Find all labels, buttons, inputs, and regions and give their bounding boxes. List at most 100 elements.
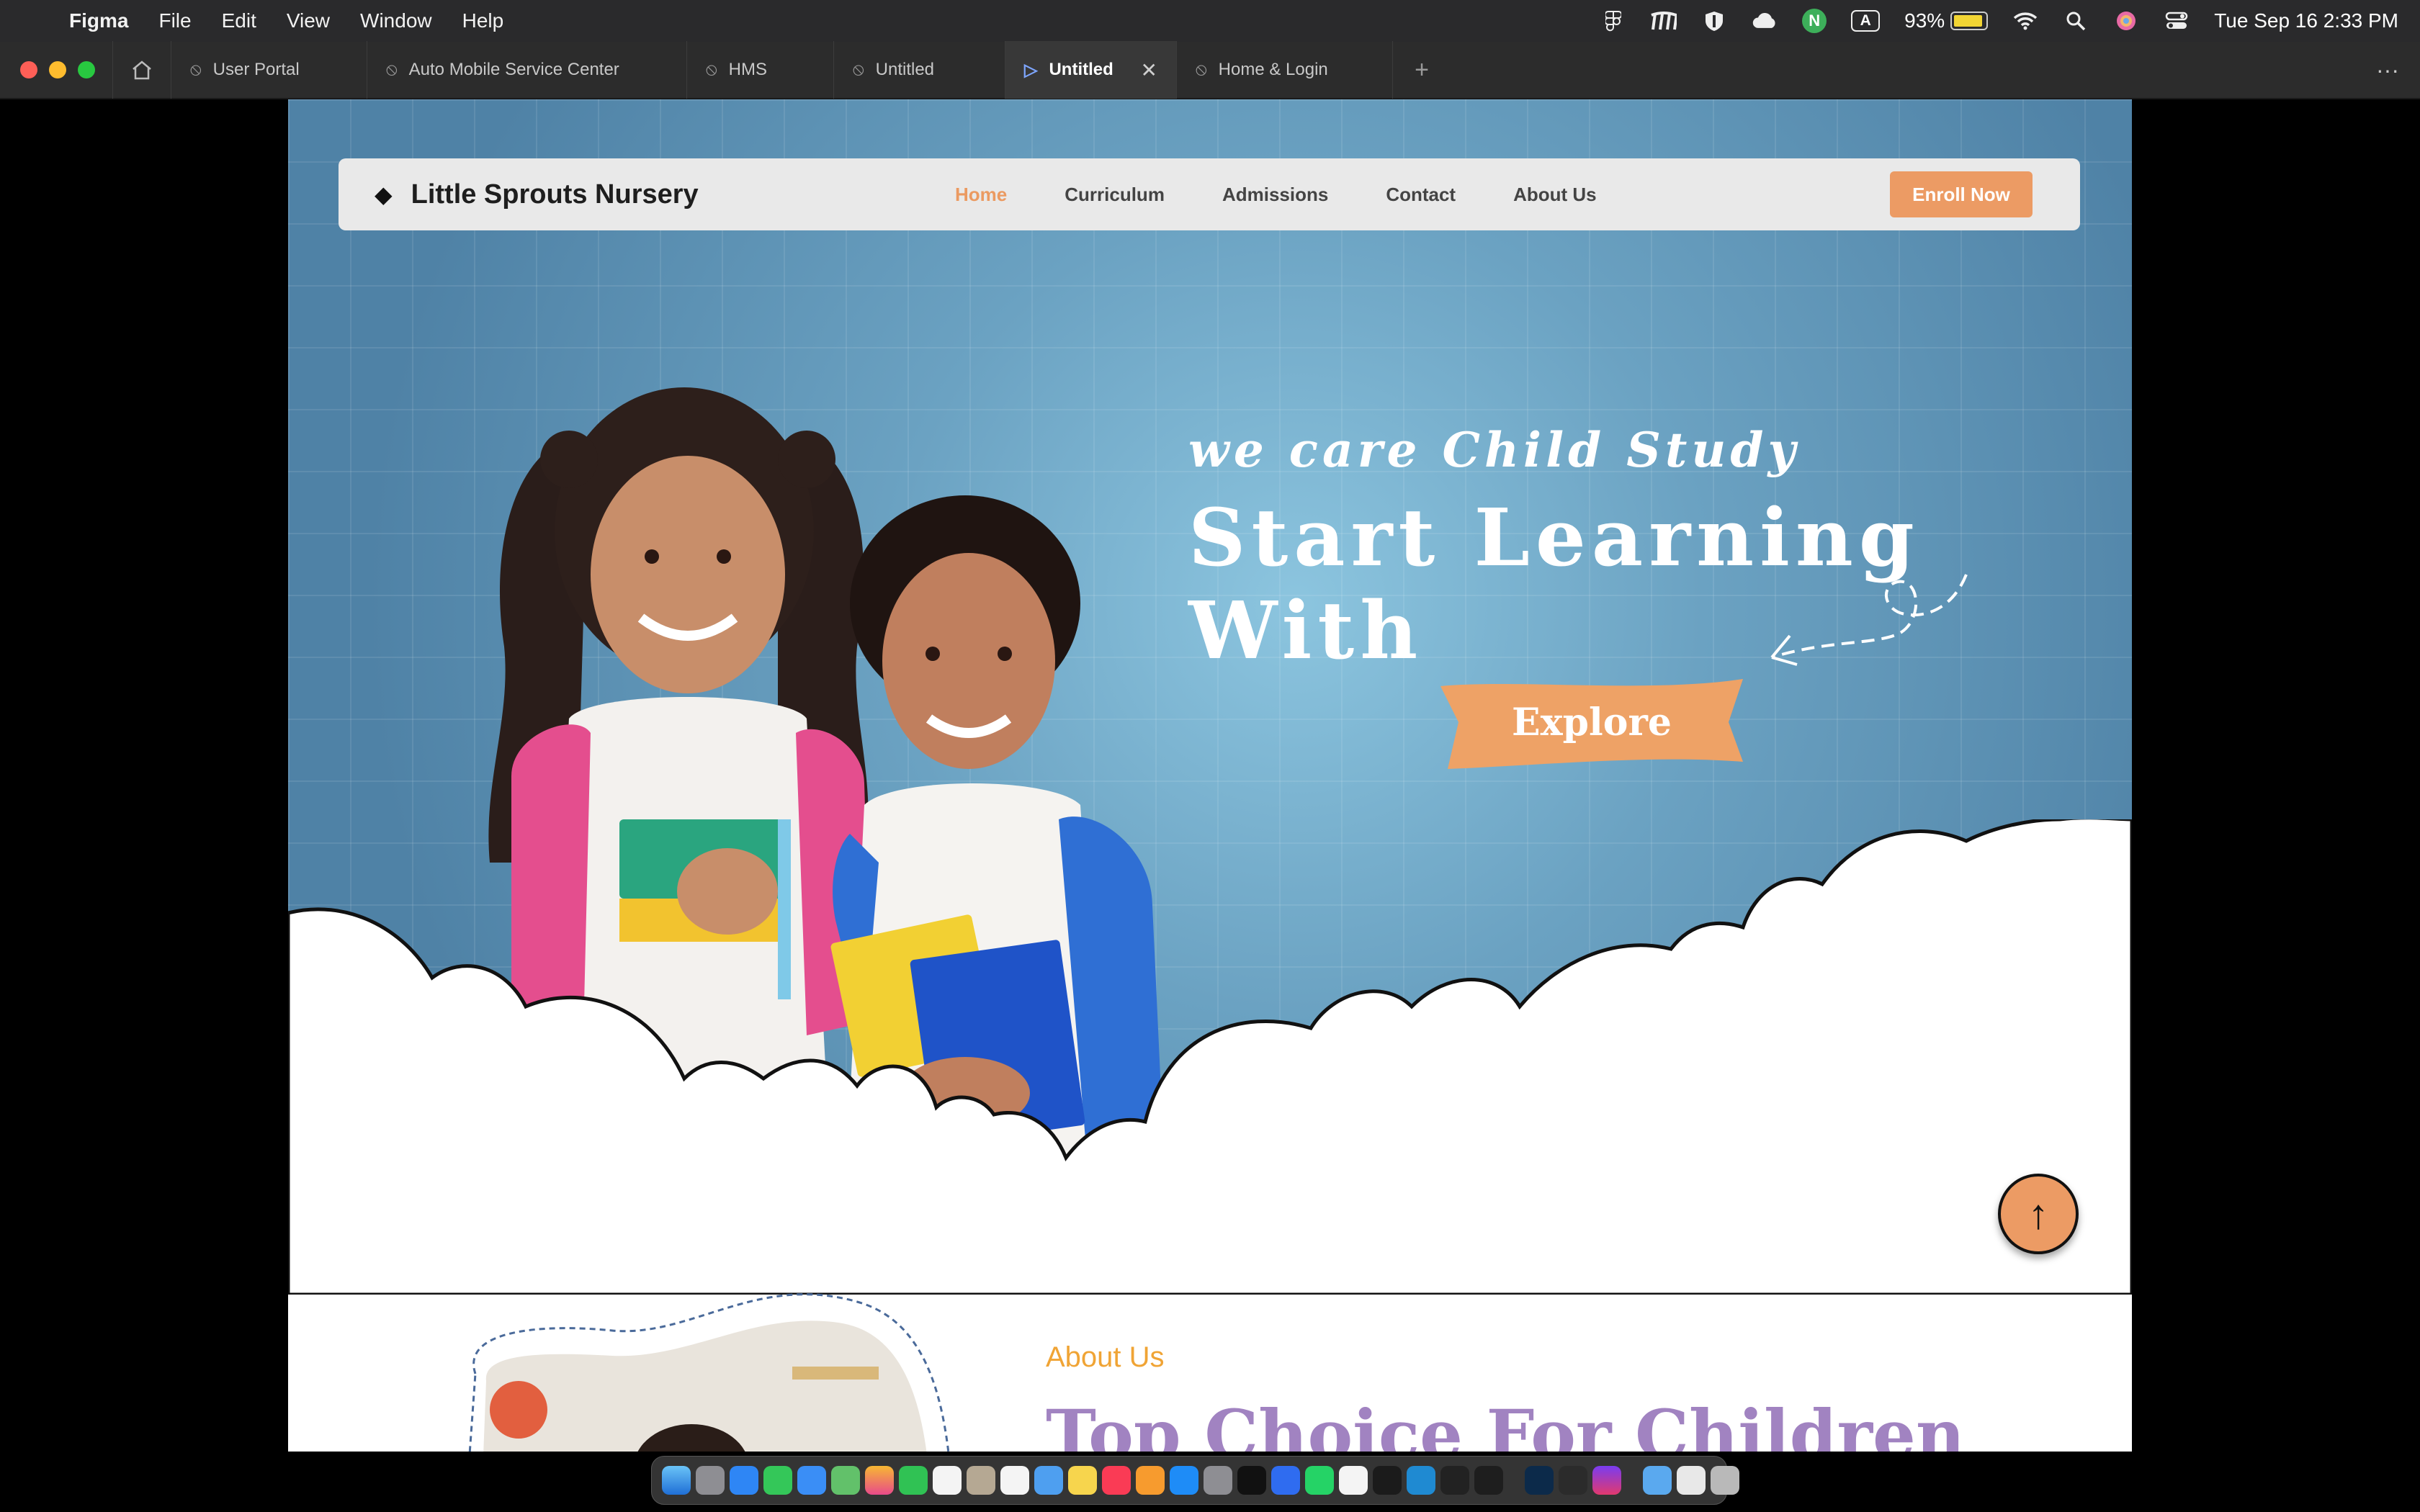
close-tab-icon[interactable]: ✕ <box>1141 58 1157 82</box>
brand-name[interactable]: Little Sprouts Nursery <box>411 179 699 210</box>
maximize-window-button[interactable] <box>78 61 95 78</box>
figma-app-icon[interactable] <box>1474 1466 1503 1495</box>
tab-label: Untitled <box>875 60 935 79</box>
calendar-icon[interactable] <box>933 1466 962 1495</box>
nav-home[interactable]: Home <box>955 184 1007 206</box>
menu-edit[interactable]: Edit <box>222 9 256 32</box>
tab-home-login[interactable]: ⦸ Home & Login <box>1177 41 1393 99</box>
battery-percent: 93% <box>1904 9 1945 32</box>
tab-hms[interactable]: ⦸ HMS <box>687 41 834 99</box>
explore-button[interactable]: Explore <box>1433 675 1750 769</box>
tab-bar: ⦸ User Portal ⦸ Auto Mobile Service Cent… <box>0 41 2420 99</box>
logo-icon[interactable]: ◆ <box>375 181 393 208</box>
cloud-divider <box>288 819 2132 1295</box>
battery-indicator[interactable]: 93% <box>1904 9 1989 32</box>
draft-file-icon: ⦸ <box>853 60 864 79</box>
draft-file-icon: ⦸ <box>706 60 717 79</box>
n-icon[interactable]: N <box>1802 9 1827 33</box>
chatgpt-icon[interactable] <box>1373 1466 1402 1495</box>
reminders-icon[interactable] <box>1000 1466 1029 1495</box>
draft-file-icon: ⦸ <box>190 60 202 79</box>
control-center-icon[interactable] <box>2164 10 2190 32</box>
menu-view[interactable]: View <box>287 9 330 32</box>
draft-file-icon: ⦸ <box>1196 60 1207 79</box>
nav-admissions[interactable]: Admissions <box>1222 184 1328 206</box>
settings-icon[interactable] <box>1204 1466 1232 1495</box>
messages-icon[interactable] <box>763 1466 792 1495</box>
nav-about-us[interactable]: About Us <box>1513 184 1597 206</box>
contacts-icon[interactable] <box>967 1466 995 1495</box>
apple-tv-icon[interactable] <box>1237 1466 1266 1495</box>
mail-icon[interactable] <box>797 1466 826 1495</box>
keynote-icon[interactable] <box>1271 1466 1300 1495</box>
draft-file-icon: ⦸ <box>386 60 398 79</box>
enroll-now-button[interactable]: Enroll Now <box>1890 171 2033 217</box>
search-icon[interactable] <box>2063 10 2089 32</box>
wifi-icon[interactable] <box>2012 10 2038 32</box>
tab-untitled-active[interactable]: ▷ Untitled ✕ <box>1005 41 1177 99</box>
tab-user-portal[interactable]: ⦸ User Portal <box>171 41 367 99</box>
tab-label: HMS <box>728 60 767 79</box>
facetime-icon[interactable] <box>899 1466 928 1495</box>
website-frame[interactable]: ◆ Little Sprouts Nursery Home Curriculum… <box>288 99 2132 1452</box>
tab-untitled[interactable]: ⦸ Untitled <box>834 41 1005 99</box>
close-window-button[interactable] <box>20 61 37 78</box>
back-to-top-button[interactable]: ↑ <box>1998 1174 2079 1254</box>
extension-icon[interactable] <box>1651 10 1677 32</box>
photos-icon[interactable] <box>865 1466 894 1495</box>
a-input-icon[interactable]: A <box>1851 10 1881 32</box>
menu-window[interactable]: Window <box>360 9 432 32</box>
datetime[interactable]: Tue Sep 16 2:33 PM <box>2214 9 2398 32</box>
dock <box>651 1456 1739 1505</box>
textedit-icon[interactable] <box>1339 1466 1368 1495</box>
dashed-arrow-icon <box>1770 574 1968 666</box>
nav-curriculum[interactable]: Curriculum <box>1065 184 1165 206</box>
menu-file[interactable]: File <box>158 9 191 32</box>
about-image-blob <box>468 1293 950 1452</box>
tab-label: Untitled <box>1049 60 1113 79</box>
photoshop-icon[interactable] <box>1525 1466 1554 1495</box>
tab-label: Auto Mobile Service Center <box>408 60 619 79</box>
folder-icon[interactable] <box>1643 1466 1672 1495</box>
launchpad-icon[interactable] <box>696 1466 725 1495</box>
notes-icon[interactable] <box>1068 1466 1097 1495</box>
cloud-icon[interactable] <box>1752 10 1778 32</box>
terminal-2-icon[interactable] <box>1440 1466 1469 1495</box>
whatsapp-icon[interactable] <box>1305 1466 1334 1495</box>
vscode-icon[interactable] <box>1407 1466 1435 1495</box>
safari-icon[interactable] <box>730 1466 758 1495</box>
app-store-icon[interactable] <box>1170 1466 1198 1495</box>
preview-icon[interactable] <box>1677 1466 1706 1495</box>
hero-subtitle: we care Child Study <box>1188 422 1800 478</box>
tab-label: Home & Login <box>1218 60 1328 79</box>
nav-links: Home Curriculum Admissions Contact About… <box>955 158 1597 230</box>
menu-app-name[interactable]: Figma <box>69 9 128 32</box>
window-controls <box>0 61 112 78</box>
user-icon[interactable] <box>2113 10 2139 32</box>
home-icon[interactable] <box>112 41 171 99</box>
maps-icon[interactable] <box>831 1466 860 1495</box>
about-label: About Us <box>1046 1341 1165 1373</box>
affinity-icon[interactable] <box>1592 1466 1621 1495</box>
prototype-play-icon: ▷ <box>1024 60 1038 80</box>
hero-title: Start Learning With <box>1188 491 1920 677</box>
add-tab-icon[interactable]: + <box>1393 56 1451 84</box>
nav-contact[interactable]: Contact <box>1386 184 1456 206</box>
prototype-canvas: ◆ Little Sprouts Nursery Home Curriculum… <box>0 99 2420 1452</box>
tab-label: User Portal <box>212 60 300 79</box>
finder-icon[interactable] <box>662 1466 691 1495</box>
terminal-icon[interactable] <box>1559 1466 1587 1495</box>
battery-icon <box>1950 12 1989 30</box>
music-icon[interactable] <box>1102 1466 1131 1495</box>
hero-text: we care Child Study Start Learning With <box>1188 422 2132 677</box>
site-navbar: ◆ Little Sprouts Nursery Home Curriculum… <box>339 158 2080 230</box>
minimize-window-button[interactable] <box>49 61 66 78</box>
figma-icon[interactable] <box>1600 10 1626 32</box>
trash-icon[interactable] <box>1711 1466 1739 1495</box>
freeform-icon[interactable] <box>1034 1466 1063 1495</box>
pages-icon[interactable] <box>1136 1466 1165 1495</box>
menu-help[interactable]: Help <box>462 9 504 32</box>
shield-icon[interactable] <box>1701 10 1727 32</box>
more-options-icon[interactable]: ··· <box>2355 57 2420 84</box>
tab-auto-mobile-service-center[interactable]: ⦸ Auto Mobile Service Center <box>367 41 687 99</box>
